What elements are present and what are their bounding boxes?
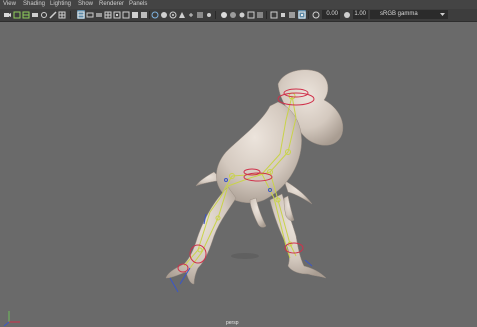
hud-toggle-icon[interactable]	[298, 10, 306, 19]
shadows-icon[interactable]	[220, 10, 228, 19]
safe-action-icon[interactable]	[113, 10, 121, 19]
color-space-label: sRGB gamma	[380, 11, 418, 17]
color-space-dropdown[interactable]: sRGB gamma	[370, 10, 448, 19]
menu-renderer[interactable]: Renderer	[99, 0, 124, 9]
field-chart-icon[interactable]	[104, 10, 112, 19]
xray-icon[interactable]	[160, 10, 168, 19]
grid-toggle-icon[interactable]	[58, 10, 66, 19]
wireframe-icon[interactable]	[131, 10, 139, 19]
motion-blur-icon[interactable]	[238, 10, 246, 19]
menu-panels[interactable]: Panels	[129, 0, 147, 9]
gate-mask-icon[interactable]	[95, 10, 103, 19]
use-default-material-icon[interactable]	[178, 10, 186, 19]
perspective-viewport[interactable]: persp	[0, 22, 477, 327]
image-plane-icon[interactable]	[31, 10, 39, 19]
lights-icon[interactable]	[205, 10, 213, 19]
multisample-aa-icon[interactable]	[247, 10, 255, 19]
gate-icon[interactable]	[279, 10, 287, 19]
grease-pencil-icon[interactable]	[49, 10, 57, 19]
camera-lock-icon[interactable]	[270, 10, 278, 19]
viewport-scene[interactable]	[0, 22, 477, 327]
ambient-occlusion-icon[interactable]	[229, 10, 237, 19]
bookmarks-icon[interactable]	[22, 10, 30, 19]
menu-shading[interactable]: Shading	[23, 0, 45, 9]
camera-attributes-icon[interactable]	[13, 10, 21, 19]
textured-icon[interactable]	[187, 10, 195, 19]
resolution-gate-icon[interactable]	[86, 10, 94, 19]
menu-view[interactable]: View	[3, 0, 16, 9]
select-camera-icon[interactable]	[3, 10, 11, 19]
isolate-select-icon[interactable]	[151, 10, 159, 19]
menu-lighting[interactable]: Lighting	[50, 0, 71, 9]
menu-show[interactable]: Show	[78, 0, 93, 9]
camera-name-label: persp	[226, 320, 239, 326]
exposure-field[interactable]: 0.00	[322, 10, 340, 19]
panel-menu-bar: View Shading Lighting Show Renderer Pane…	[0, 0, 477, 9]
gamma-field[interactable]: 1.00	[353, 10, 368, 19]
wireframe-on-shaded-icon[interactable]	[196, 10, 204, 19]
2d-pan-zoom-icon[interactable]	[40, 10, 48, 19]
xray-joints-icon[interactable]	[169, 10, 177, 19]
ground-shadow	[231, 253, 259, 259]
film-gate-icon[interactable]	[77, 10, 85, 19]
safe-title-icon[interactable]	[122, 10, 130, 19]
view-axis-indicator	[3, 311, 20, 327]
exposure-icon	[312, 10, 320, 19]
gamma-icon	[343, 10, 351, 19]
panel-toolbar: 0.00 1.00 sRGB gamma	[0, 9, 477, 22]
depth-of-field-icon[interactable]	[256, 10, 264, 19]
smooth-shade-icon[interactable]	[140, 10, 148, 19]
chevron-down-icon	[440, 13, 445, 16]
viewport-2-icon[interactable]	[288, 10, 296, 19]
